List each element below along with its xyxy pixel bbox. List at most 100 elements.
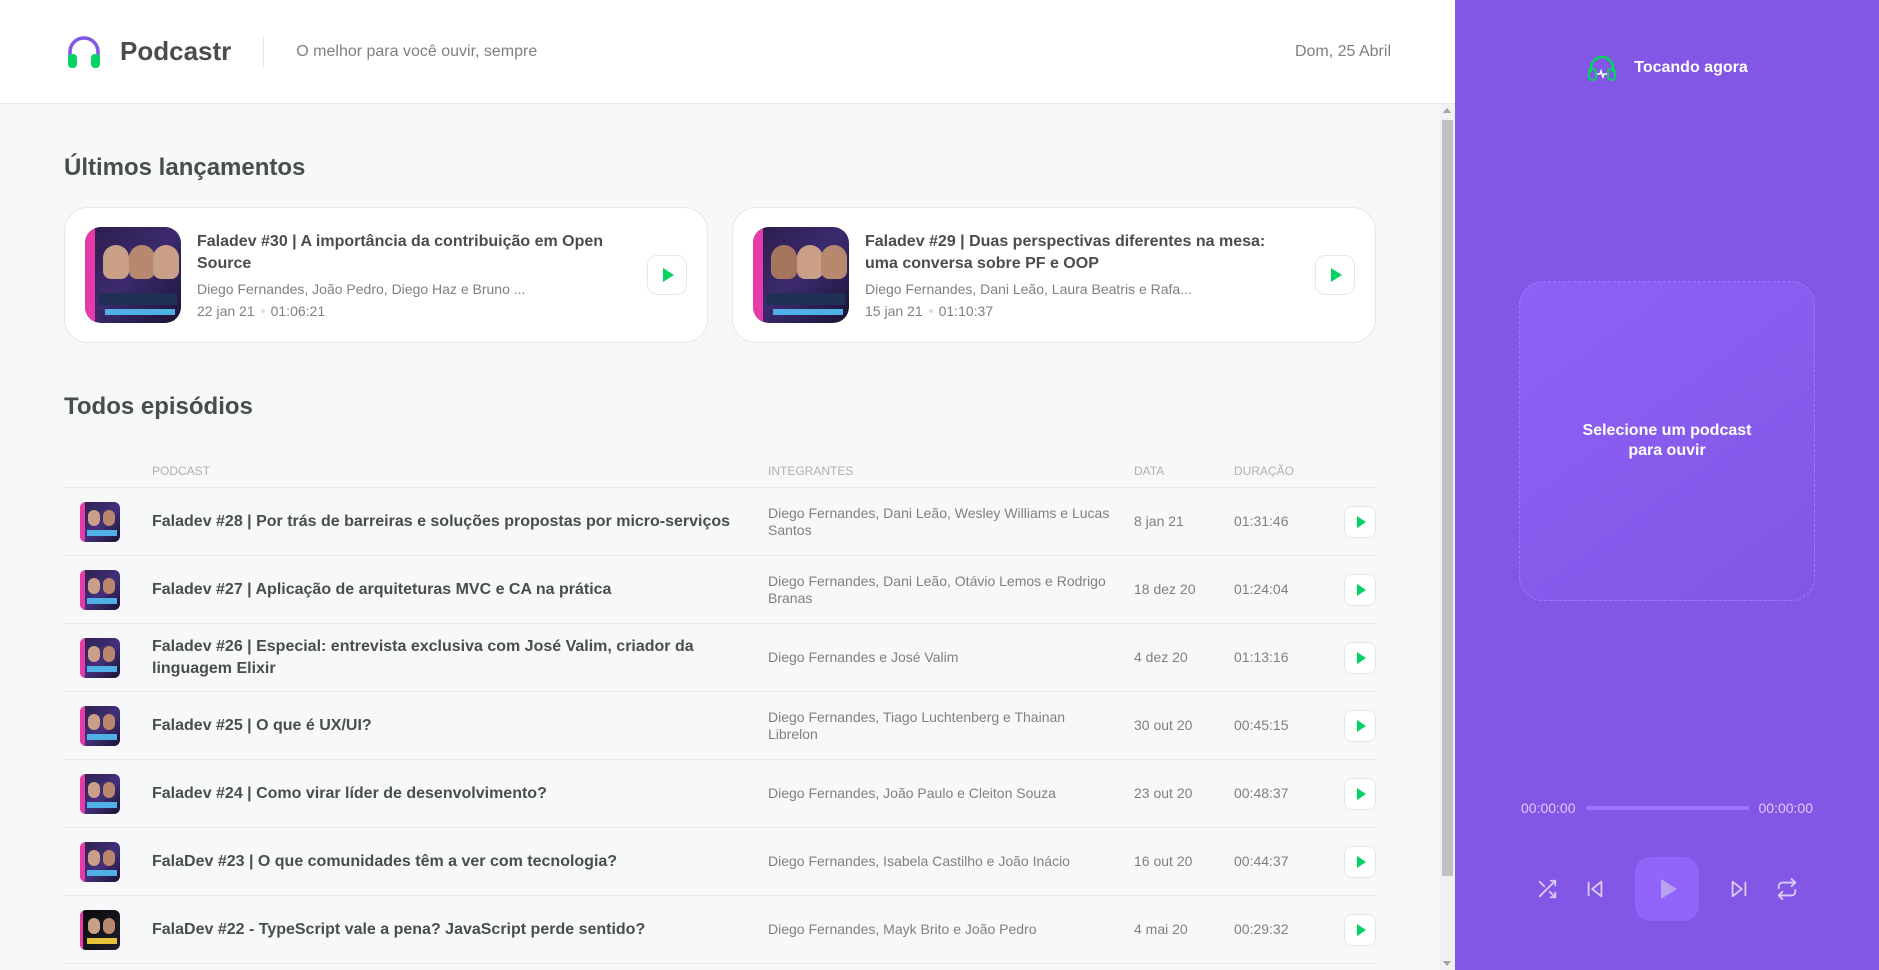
episode-date: 4 mai 20 xyxy=(1134,920,1188,937)
episode-thumbnail xyxy=(85,227,181,323)
episode-title[interactable]: Faladev #29 | Duas perspectivas diferent… xyxy=(865,231,1299,275)
play-icon xyxy=(1357,651,1366,664)
episode-details: Faladev #29 | Duas perspectivas diferent… xyxy=(865,231,1299,319)
app-header: Podcastr O melhor para você ouvir, sempr… xyxy=(0,0,1455,104)
episode-title[interactable]: FalaDev #23 | O que comunidades têm a ve… xyxy=(152,851,738,873)
play-icon xyxy=(1357,787,1366,800)
repeat-button[interactable] xyxy=(1767,869,1807,909)
player-controls xyxy=(1455,857,1879,921)
current-time: 00:00:00 xyxy=(1521,800,1576,816)
vertical-scrollbar[interactable] xyxy=(1440,104,1455,970)
player-panel: Tocando agora Selecione um podcast para … xyxy=(1455,0,1879,970)
episode-members: Diego Fernandes, Dani Leão, Wesley Willi… xyxy=(768,504,1110,538)
logo: Podcastr xyxy=(64,32,231,72)
scroll-up-icon[interactable] xyxy=(1443,108,1451,113)
play-episode-button[interactable] xyxy=(1344,641,1376,674)
previous-button[interactable] xyxy=(1575,869,1615,909)
play-episode-button[interactable] xyxy=(647,255,687,295)
episode-thumbnail xyxy=(80,841,120,882)
episode-thumbnail xyxy=(80,705,120,746)
play-episode-button[interactable] xyxy=(1344,913,1376,946)
play-icon xyxy=(1661,879,1677,899)
column-date: Data xyxy=(1134,463,1165,478)
episode-meta: 15 jan 21 01:10:37 xyxy=(865,303,1299,319)
progress-slider[interactable] xyxy=(1585,806,1749,810)
content-scroll[interactable]: Últimos lançamentos Faladev #30 | A impo… xyxy=(0,104,1455,970)
play-icon xyxy=(1357,515,1366,528)
table-row: Faladev #27 | Aplicação de arquiteturas … xyxy=(64,556,1376,624)
play-icon xyxy=(1331,268,1342,282)
play-icon xyxy=(1357,855,1366,868)
headphones-icon xyxy=(1588,55,1617,81)
play-icon xyxy=(663,268,674,282)
player-header: Tocando agora xyxy=(1455,52,1879,84)
episode-thumbnail xyxy=(80,909,120,950)
episode-members: Diego Fernandes, João Pedro, Diego Haz e… xyxy=(197,281,526,297)
play-episode-button[interactable] xyxy=(1344,777,1376,810)
empty-player-message: Selecione um podcast para ouvir xyxy=(1582,422,1752,459)
episode-title[interactable]: Faladev #25 | O que é UX/UI? xyxy=(152,715,738,737)
episode-date: 8 jan 21 xyxy=(1134,512,1184,529)
episode-duration: 00:29:32 xyxy=(1234,920,1289,937)
episodes-table: Podcast Integrantes Data Duração Faladev… xyxy=(64,454,1376,964)
episode-thumbnail xyxy=(753,227,849,323)
table-row: FalaDev #23 | O que comunidades têm a ve… xyxy=(64,828,1376,896)
episode-duration: 01:24:04 xyxy=(1234,580,1289,597)
episode-date: 22 jan 21 xyxy=(197,303,255,319)
next-button[interactable] xyxy=(1719,869,1759,909)
latest-episode-card: Faladev #30 | A importância da contribui… xyxy=(64,207,708,343)
tagline: O melhor para você ouvir, sempre xyxy=(296,42,538,60)
episode-members: Diego Fernandes e José Valim xyxy=(768,649,959,665)
episode-date: 15 jan 21 xyxy=(865,303,923,319)
episode-date: 18 dez 20 xyxy=(1134,580,1196,597)
episode-members: Diego Fernandes, Tiago Luchtenberg e Tha… xyxy=(768,708,1066,742)
main-area: Podcastr O melhor para você ouvir, sempr… xyxy=(0,0,1455,970)
table-row: Faladev #28 | Por trás de barreiras e so… xyxy=(64,488,1376,556)
app-name: Podcastr xyxy=(120,36,232,66)
episode-members: Diego Fernandes, Dani Leão, Laura Beatri… xyxy=(865,281,1192,297)
table-row: Faladev #25 | O que é UX/UI? Diego Ferna… xyxy=(64,692,1376,760)
scrollbar-thumb[interactable] xyxy=(1442,120,1453,876)
episode-duration: 01:13:16 xyxy=(1234,648,1289,665)
play-pause-button[interactable] xyxy=(1635,857,1699,921)
episode-duration: 01:06:21 xyxy=(270,303,326,319)
episode-date: 16 out 20 xyxy=(1134,852,1193,869)
shuffle-icon xyxy=(1538,879,1557,899)
table-row: Faladev #26 | Especial: entrevista exclu… xyxy=(64,624,1376,692)
episode-duration: 01:31:46 xyxy=(1234,512,1289,529)
header-divider xyxy=(263,35,265,68)
episode-title[interactable]: Faladev #24 | Como virar líder de desenv… xyxy=(152,783,738,805)
latest-episodes-title: Últimos lançamentos xyxy=(64,154,306,181)
play-icon xyxy=(1357,583,1366,596)
episode-thumbnail xyxy=(80,501,120,542)
scroll-down-icon[interactable] xyxy=(1443,961,1451,966)
current-date: Dom, 25 Abril xyxy=(1294,42,1391,60)
episode-title[interactable]: Faladev #26 | Especial: entrevista exclu… xyxy=(152,636,738,680)
episode-title[interactable]: Faladev #28 | Por trás de barreiras e so… xyxy=(152,511,738,533)
episode-thumbnail xyxy=(80,569,120,610)
episode-title[interactable]: Faladev #27 | Aplicação de arquiteturas … xyxy=(152,579,738,601)
episode-members: Diego Fernandes, João Paulo e Cleiton So… xyxy=(768,785,1056,801)
episode-members: Diego Fernandes, Dani Leão, Otávio Lemos… xyxy=(768,572,1106,606)
play-episode-button[interactable] xyxy=(1344,573,1376,606)
meta-separator xyxy=(928,309,933,313)
progress-area: 00:00:00 00:00:00 xyxy=(1521,800,1813,816)
column-duration: Duração xyxy=(1234,463,1295,478)
play-episode-button[interactable] xyxy=(1344,845,1376,878)
play-episode-button[interactable] xyxy=(1344,709,1376,742)
play-episode-button[interactable] xyxy=(1315,255,1355,295)
shuffle-button[interactable] xyxy=(1527,869,1567,909)
all-episodes-title: Todos episódios xyxy=(64,393,253,420)
empty-player: Selecione um podcast para ouvir xyxy=(1519,281,1815,601)
meta-separator xyxy=(260,309,265,313)
episode-date: 30 out 20 xyxy=(1134,716,1193,733)
episode-thumbnail xyxy=(80,773,120,814)
next-icon xyxy=(1731,880,1747,898)
episode-title[interactable]: Faladev #30 | A importância da contribui… xyxy=(197,231,631,275)
play-episode-button[interactable] xyxy=(1344,505,1376,538)
episode-duration: 01:10:37 xyxy=(938,303,994,319)
table-header: Podcast Integrantes Data Duração xyxy=(64,454,1376,488)
latest-episode-card: Faladev #29 | Duas perspectivas diferent… xyxy=(732,207,1376,343)
episode-title[interactable]: FalaDev #22 - TypeScript vale a pena? Ja… xyxy=(152,919,738,941)
episode-thumbnail xyxy=(80,637,120,678)
